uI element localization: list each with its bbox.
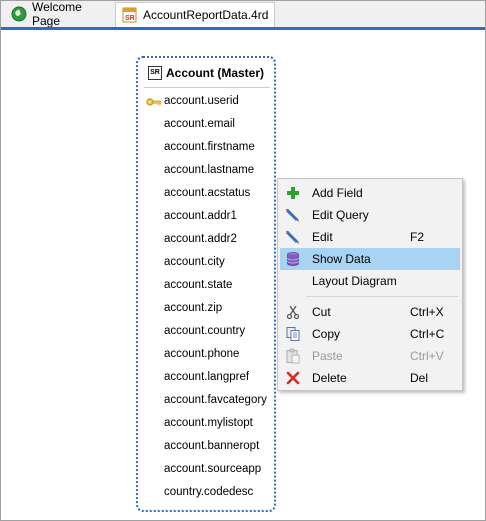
field-row[interactable]: account.firstname [164,139,255,155]
tab-welcome-page[interactable]: Welcome Page [5,0,111,28]
tab-strip-underline [1,27,485,30]
field-row[interactable]: account.city [164,254,225,270]
report-designer-window: Welcome Page SR AccountReportData.4rd SR… [0,0,486,521]
field-row[interactable]: account.sourceapp [164,461,261,477]
field-row[interactable]: account.country [164,323,245,339]
field-row[interactable]: account.addr2 [164,231,237,247]
menu-item-add-field[interactable]: Add Field [280,182,460,204]
menu-item-label: Copy [312,327,341,341]
edit-icon [285,229,301,245]
primary-key-icon [146,95,162,109]
menu-item-shortcut: Ctrl+C [410,327,445,341]
edit-query-icon [285,207,301,223]
menu-item-label: Edit Query [312,208,369,222]
report-file-icon: SR [122,7,138,23]
field-row[interactable]: account.zip [164,300,222,316]
field-row[interactable]: account.acstatus [164,185,250,201]
field-row[interactable]: country.codedesc [164,484,253,500]
menu-item-cut[interactable]: Cut Ctrl+X [280,301,460,323]
menu-item-label: Cut [312,305,331,319]
globe-icon [11,6,27,22]
menu-item-edit[interactable]: Edit F2 [280,226,460,248]
menu-item-label: Edit [312,230,333,244]
entity-title-row: SR Account (Master) [148,66,264,80]
menu-separator [306,296,458,297]
menu-item-shortcut: F2 [410,230,425,244]
paste-icon [285,348,301,364]
field-row[interactable]: account.phone [164,346,239,362]
menu-item-label: Paste [312,349,343,363]
field-row[interactable]: account.langpref [164,369,249,385]
menu-item-label: Delete [312,371,347,385]
menu-item-delete[interactable]: Delete Del [280,367,460,389]
entity-table-icon: SR [148,66,162,80]
field-row[interactable]: account.lastname [164,162,254,178]
tab-strip: Welcome Page SR AccountReportData.4rd [1,0,485,28]
menu-item-label: Show Data [312,252,371,266]
menu-item-show-data[interactable]: Show Data [280,248,460,270]
add-icon [285,185,301,201]
field-row[interactable]: account.email [164,116,235,132]
field-row[interactable]: account.addr1 [164,208,237,224]
field-row[interactable]: account.favcategory [164,392,267,408]
entity-divider [144,87,270,88]
menu-item-shortcut: Del [410,371,429,385]
field-row[interactable]: account.mylistopt [164,415,253,431]
entity-box-account[interactable]: SR Account (Master) account.userid accou… [136,56,276,512]
menu-item-label: Add Field [312,186,363,200]
menu-item-paste[interactable]: Paste Ctrl+V [280,345,460,367]
svg-text:SR: SR [125,15,135,22]
delete-icon [285,370,301,386]
menu-item-edit-query[interactable]: Edit Query [280,204,460,226]
field-row[interactable]: account.userid [164,93,239,109]
database-icon [285,251,301,267]
entity-title: Account (Master) [166,66,265,80]
menu-item-shortcut: Ctrl+V [410,349,444,363]
menu-item-shortcut: Ctrl+X [410,305,444,319]
tab-account-report-data[interactable]: SR AccountReportData.4rd [115,2,275,27]
menu-item-layout-diagram[interactable]: Layout Diagram [280,270,460,292]
scissors-icon [285,304,301,320]
tab-label: AccountReportData.4rd [143,8,269,22]
field-row[interactable]: account.state [164,277,232,293]
menu-item-label: Layout Diagram [312,274,397,288]
context-menu: Add Field Edit Query Edit F2 Show Data L… [277,178,463,391]
tab-label: Welcome Page [32,0,82,28]
copy-icon [285,326,301,342]
field-row[interactable]: account.banneropt [164,438,259,454]
menu-item-copy[interactable]: Copy Ctrl+C [280,323,460,345]
